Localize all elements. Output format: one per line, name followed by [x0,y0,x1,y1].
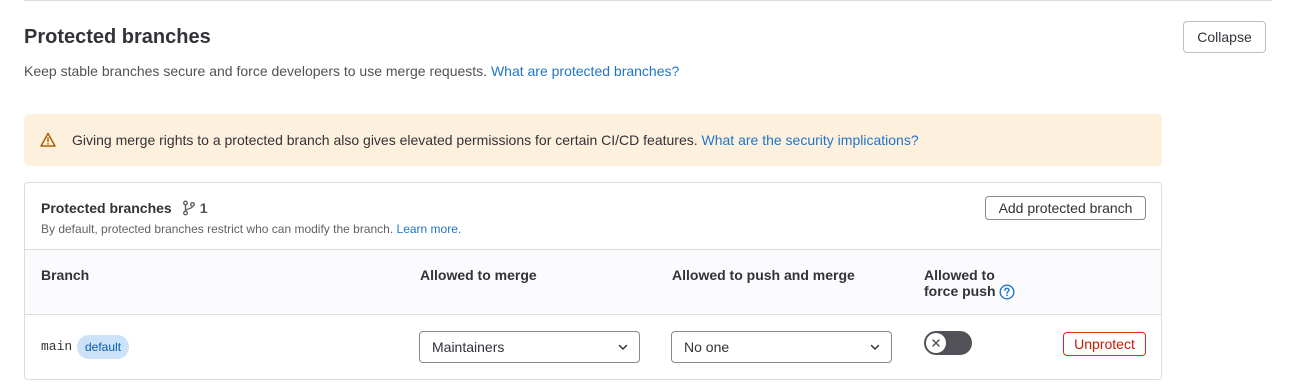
top-divider [24,0,1272,1]
card-header: Protected branches 1 By default, protect… [25,183,1161,250]
chevron-down-icon [869,341,881,353]
table-header: Branch Allowed to merge Allowed to push … [25,250,1161,315]
branch-icon [182,200,200,216]
add-protected-branch-button[interactable]: Add protected branch [985,196,1146,220]
section-title: Protected branches [24,26,211,48]
close-icon [931,338,941,348]
learn-more-link[interactable]: Learn more. [397,222,462,236]
card-title-text: Protected branches [41,200,172,216]
allowed-to-merge-dropdown[interactable]: Maintainers [419,331,640,363]
security-implications-link[interactable]: What are the security implications? [702,132,919,148]
column-header-branch: Branch [41,267,90,283]
unprotect-button[interactable]: Unprotect [1063,332,1146,356]
card-subtitle-text: By default, protected branches restrict … [41,222,394,236]
warning-alert: Giving merge rights to a protected branc… [24,114,1162,166]
column-header-allowed-to-push: Allowed to push and merge [672,267,855,283]
collapse-button[interactable]: Collapse [1183,21,1266,53]
chevron-down-icon [617,341,629,353]
warning-icon [40,132,56,148]
section-description-text: Keep stable branches secure and force de… [24,63,488,79]
section-description: Keep stable branches secure and force de… [24,63,679,79]
toggle-knob [926,333,946,353]
allowed-to-merge-value: Maintainers [432,339,505,355]
force-push-toggle[interactable] [924,331,972,355]
branch-name: main [41,339,73,354]
protected-branches-card: Protected branches 1 By default, protect… [24,182,1162,380]
column-header-force-push-line1: Allowed to [924,267,995,283]
column-header-allowed-to-merge: Allowed to merge [420,267,537,283]
card-title: Protected branches 1 [41,200,208,216]
default-badge: default [77,335,130,359]
protected-branches-help-link[interactable]: What are protected branches? [491,63,679,79]
alert-text: Giving merge rights to a protected branc… [72,132,698,148]
question-circle-icon[interactable] [999,284,1015,300]
column-header-force-push-line2-wrap: force push [924,283,1015,300]
allowed-to-push-dropdown[interactable]: No one [671,331,892,363]
branch-count: 1 [182,200,208,216]
branch-count-value: 1 [199,200,208,216]
column-header-force-push-line2: force push [924,283,996,299]
allowed-to-push-value: No one [684,339,730,355]
card-subtitle: By default, protected branches restrict … [41,222,461,236]
column-header-force-push: Allowed to force push [924,267,1015,300]
table-row: main default Maintainers No one Unprotec… [25,315,1161,379]
